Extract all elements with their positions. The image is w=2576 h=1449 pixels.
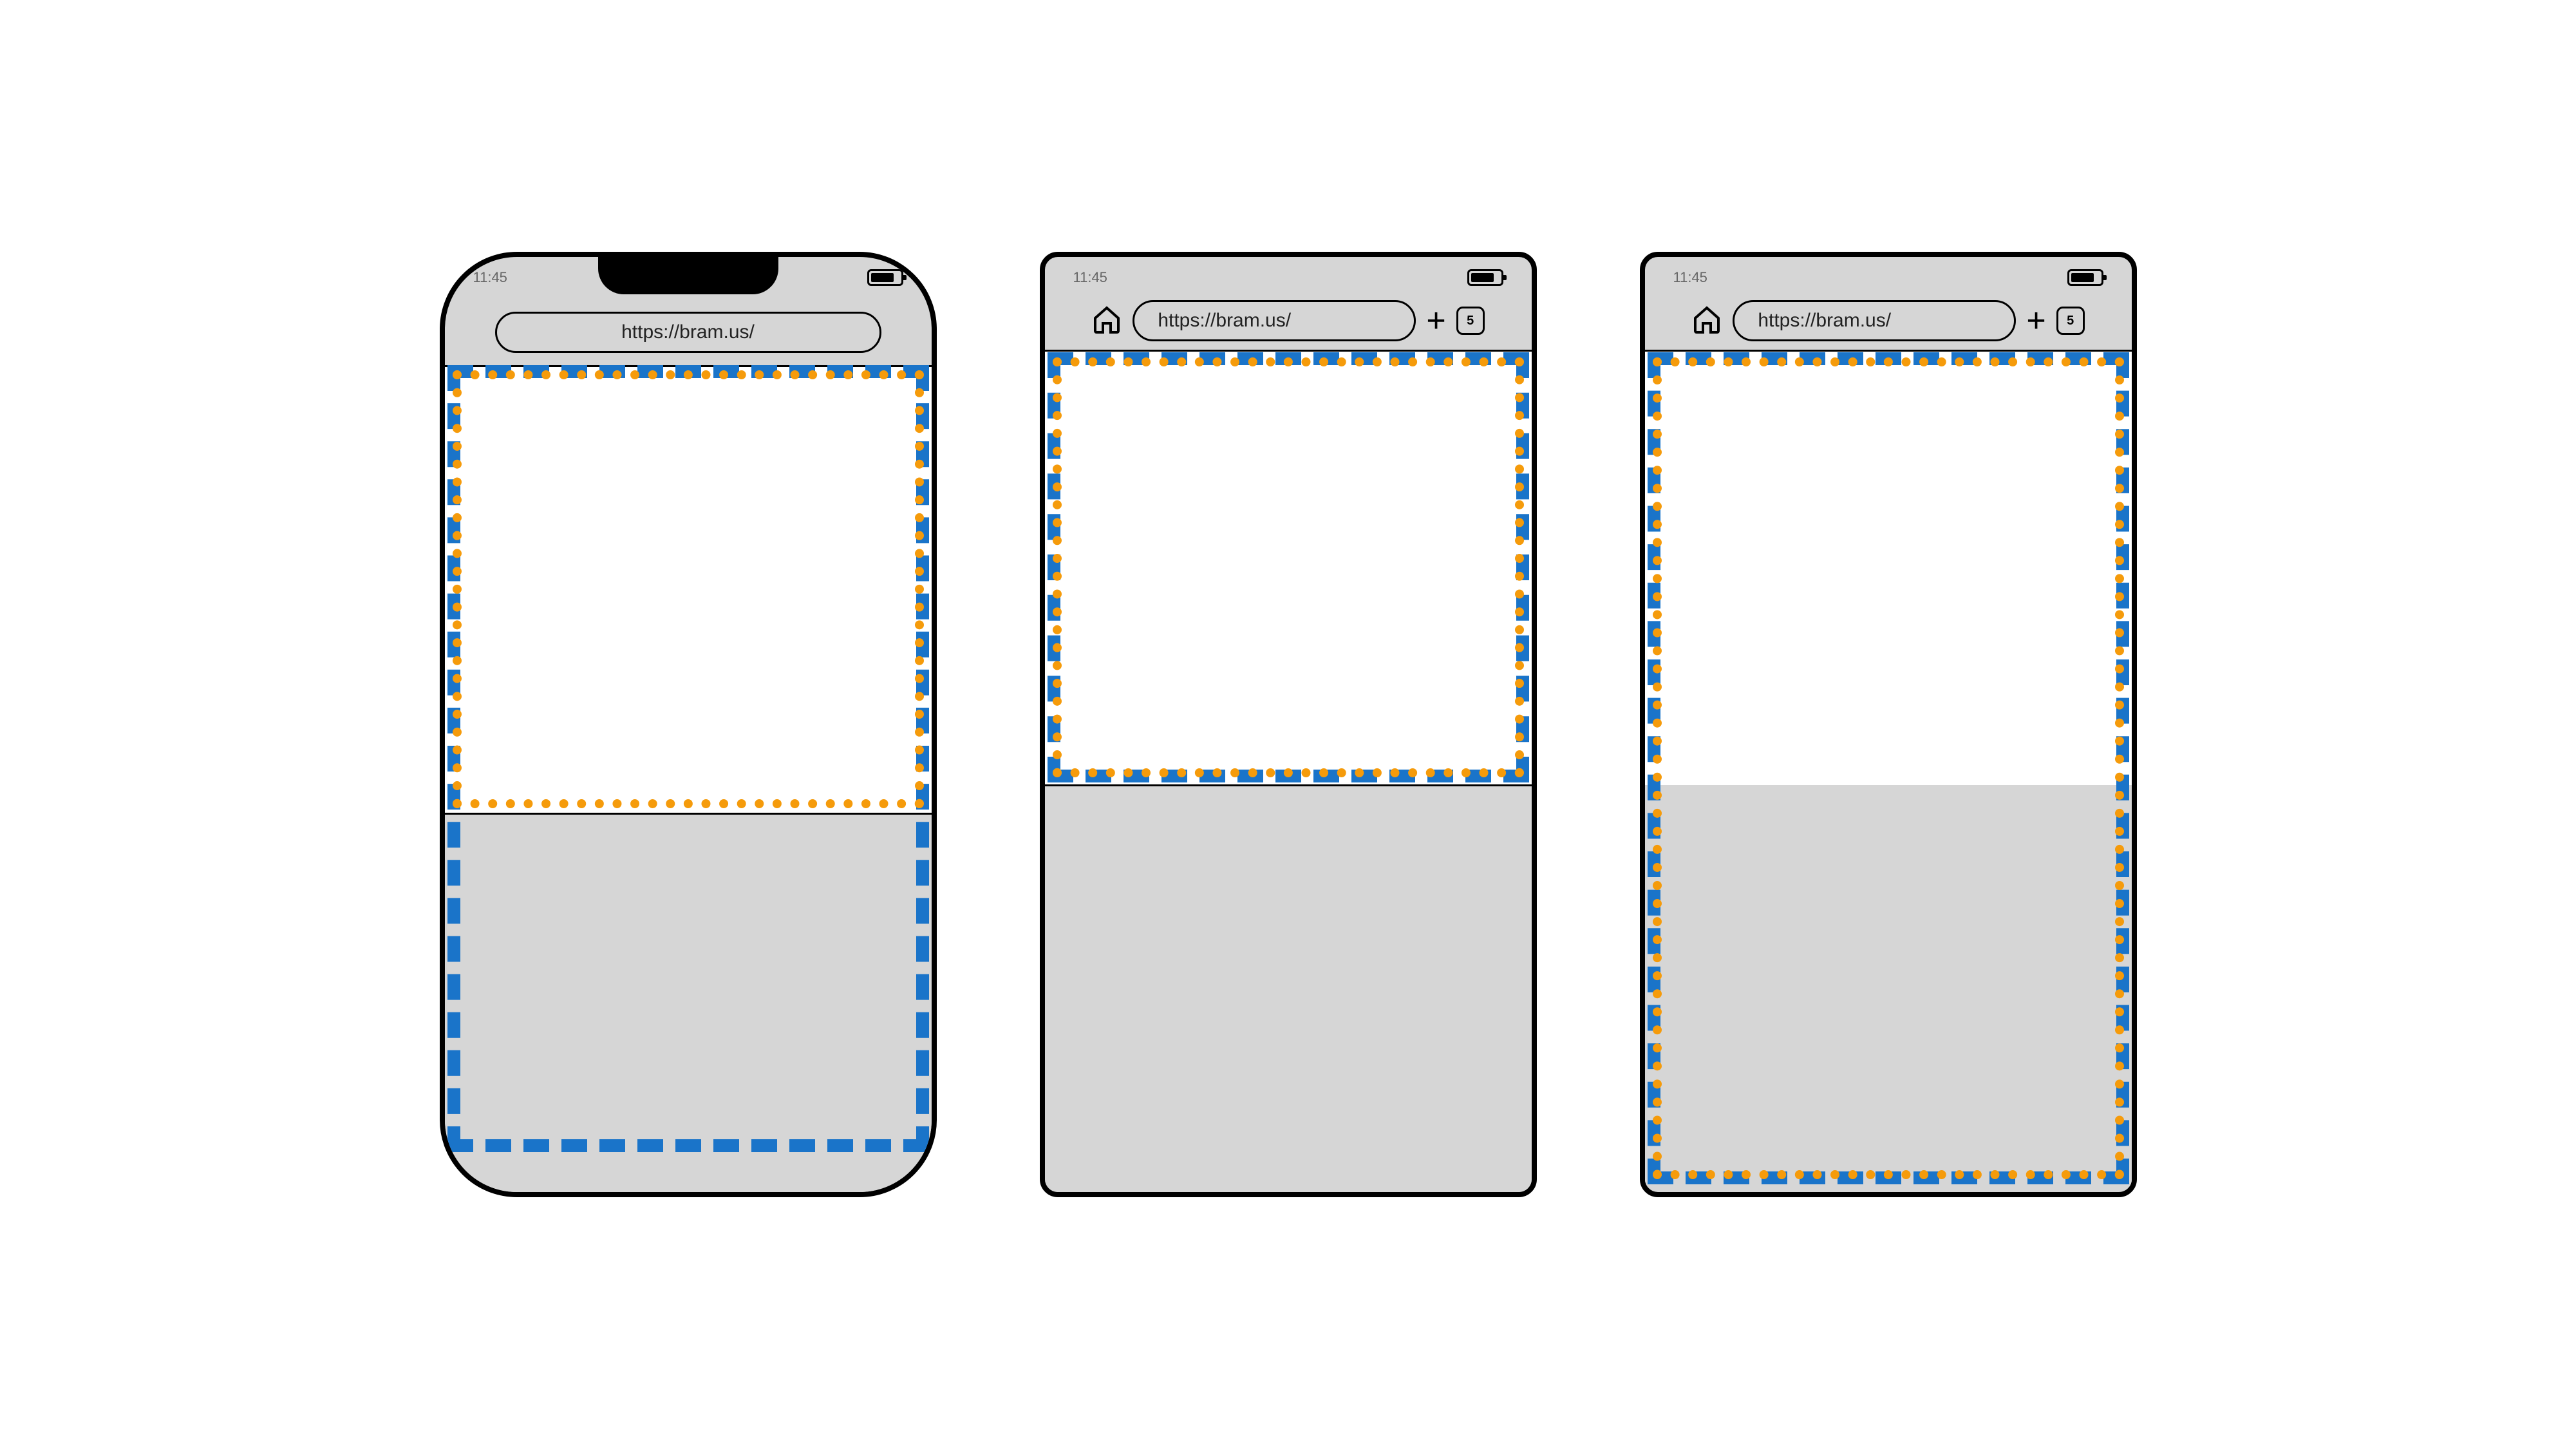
- new-tab-icon[interactable]: +: [1426, 301, 1445, 340]
- toolbar: https://bram.us/ + 5: [1045, 292, 1532, 350]
- url-bar[interactable]: https://bram.us/: [1133, 300, 1416, 341]
- page-content: [1045, 350, 1532, 786]
- phone-android-resize: 11:45 https://bram.us/ + 5 Focused Input: [1040, 252, 1537, 1197]
- phone-iphone: 11:45 https://bram.us/ Focused Input: [440, 252, 937, 1197]
- home-icon[interactable]: [1091, 304, 1122, 338]
- phone-android-overlay: 11:45 https://bram.us/ + 5 Focused Input: [1640, 252, 2137, 1197]
- virtual-keyboard: [1045, 786, 1532, 1192]
- status-time: 11:45: [473, 269, 507, 286]
- battery-icon: [867, 269, 903, 286]
- virtual-keyboard: [1645, 785, 2132, 1188]
- url-bar[interactable]: https://bram.us/: [495, 312, 881, 353]
- tab-count[interactable]: 5: [1456, 307, 1485, 335]
- notch: [598, 256, 778, 294]
- new-tab-icon[interactable]: +: [2026, 301, 2045, 340]
- battery-icon: [2067, 269, 2103, 286]
- virtual-keyboard: [445, 815, 932, 1192]
- home-icon[interactable]: [1691, 304, 1722, 338]
- status-time: 11:45: [1073, 269, 1107, 286]
- toolbar: https://bram.us/: [445, 303, 932, 361]
- url-bar[interactable]: https://bram.us/: [1733, 300, 2016, 341]
- page-content: [445, 365, 932, 815]
- battery-icon: [1467, 269, 1503, 286]
- toolbar: https://bram.us/ + 5: [1645, 292, 2132, 350]
- tab-count[interactable]: 5: [2056, 307, 2085, 335]
- status-time: 11:45: [1673, 269, 1707, 286]
